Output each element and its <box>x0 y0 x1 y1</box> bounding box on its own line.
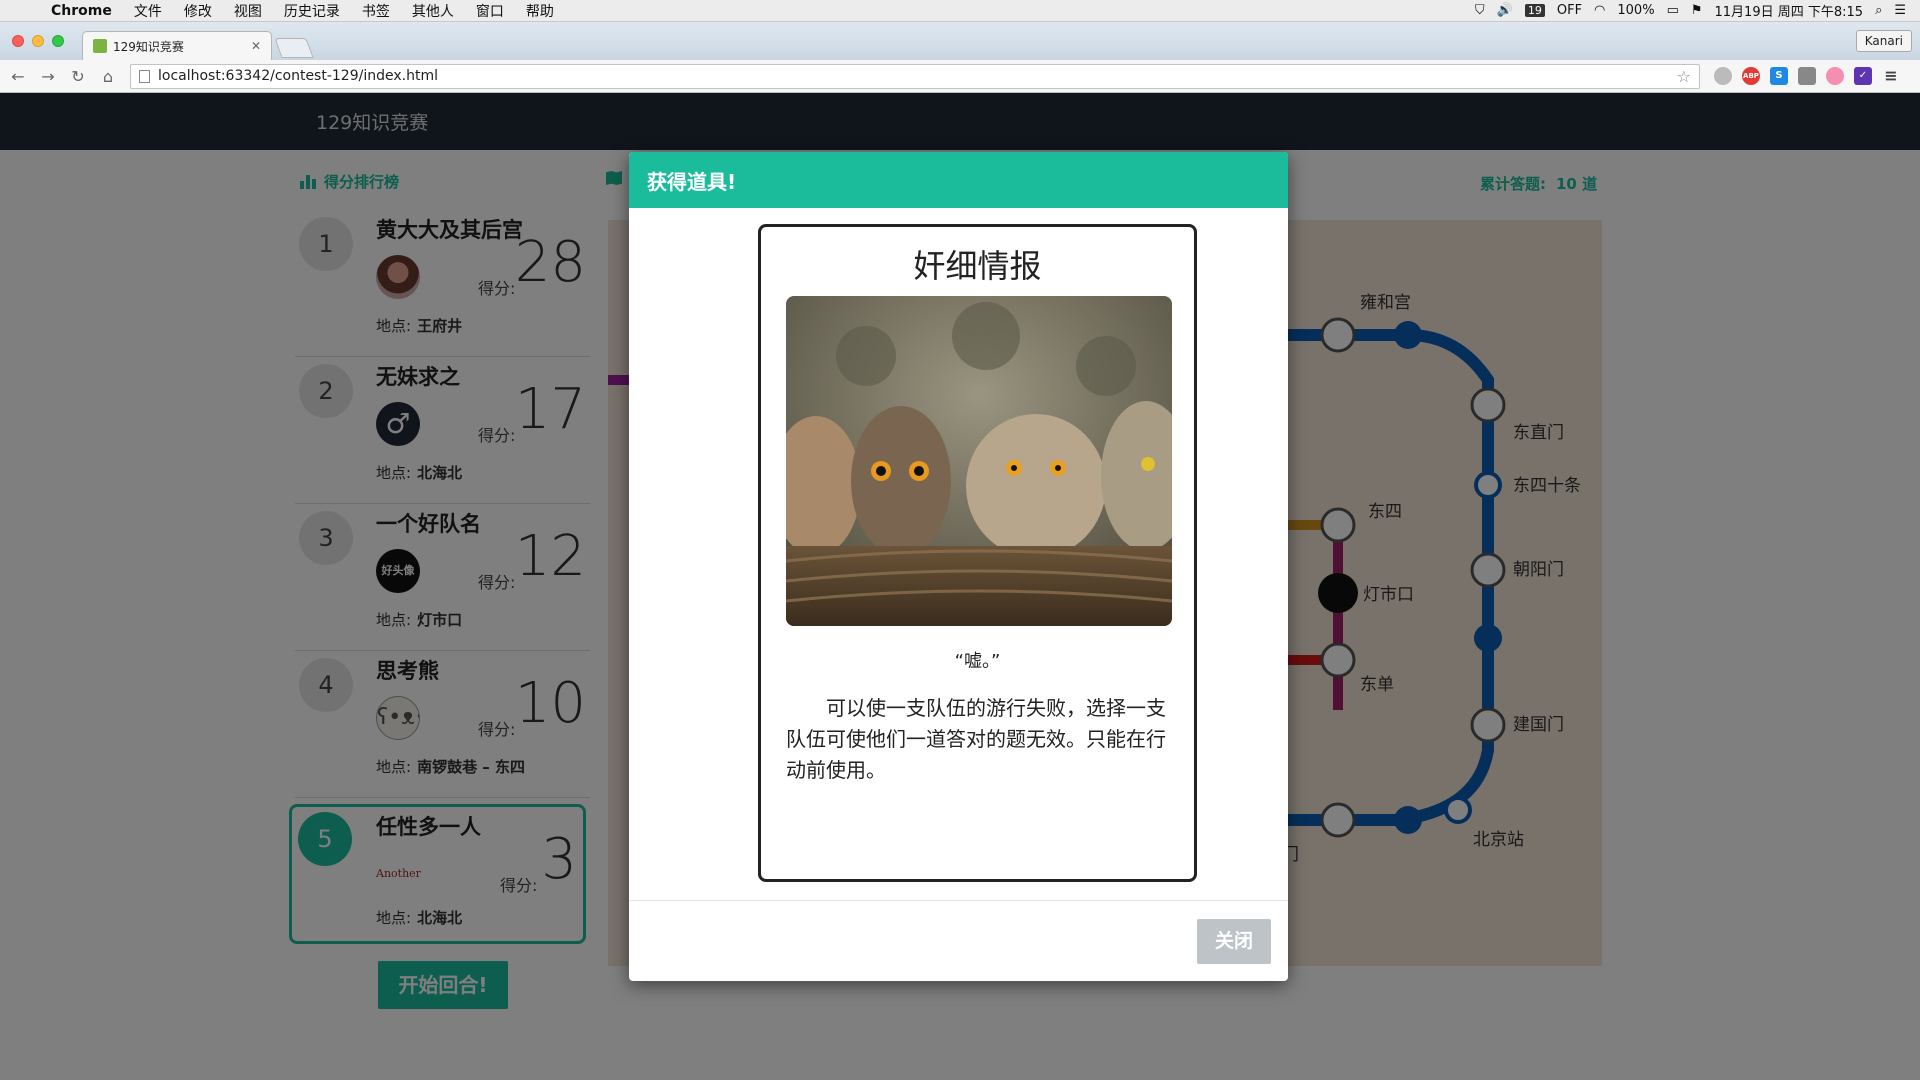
search-icon[interactable]: ⌕ <box>1875 3 1882 18</box>
menu-people[interactable]: 其他人 <box>401 1 465 21</box>
minimize-window-button[interactable] <box>32 35 44 47</box>
menu-app-name[interactable]: Chrome <box>40 3 123 19</box>
close-button[interactable]: 关闭 <box>1197 919 1271 964</box>
extension-check-icon[interactable]: ✓ <box>1854 67 1872 85</box>
wifi-icon[interactable]: ◠ <box>1594 3 1605 18</box>
card-description: 可以使一支队伍的游行失败，选择一支队伍可使他们一道答对的题无效。只能在行动前使用… <box>786 696 1166 782</box>
menu-bookmarks[interactable]: 书签 <box>351 1 401 21</box>
modal-title: 获得道具! <box>629 152 1288 208</box>
extension-stack-icon[interactable] <box>1798 67 1816 85</box>
page-icon <box>139 69 150 83</box>
owls-cats-basket-image <box>786 296 1172 626</box>
url-text: localhost:63342/contest-129/index.html <box>158 68 438 84</box>
status-area: ⛉ 🔊 19 OFF ◠ 100% ▭ ⚑ 11月19日 周四 下午8:15 ⌕… <box>1475 1 1920 20</box>
new-tab-button[interactable] <box>274 38 314 58</box>
modal-footer: 关闭 <box>629 900 1288 981</box>
zoom-window-button[interactable] <box>52 35 64 47</box>
address-bar[interactable]: localhost:63342/contest-129/index.html ☆ <box>130 63 1700 89</box>
browser-toolbar: ← → ↻ ⌂ localhost:63342/contest-129/inde… <box>0 60 1920 93</box>
extension-adblock-icon[interactable]: ABP <box>1742 67 1760 85</box>
shield-icon[interactable]: ⛉ <box>1475 3 1485 18</box>
clock-datetime[interactable]: 11月19日 周四 下午8:15 <box>1715 1 1864 20</box>
extension-avatar-icon[interactable] <box>1826 67 1844 85</box>
volume-icon[interactable]: 🔊 <box>1497 3 1513 18</box>
card-illustration <box>786 296 1172 626</box>
forward-icon[interactable]: → <box>36 67 60 86</box>
window-controls <box>12 35 64 47</box>
notification-badge[interactable]: 19 <box>1524 4 1545 17</box>
home-icon[interactable]: ⌂ <box>96 67 120 86</box>
bookmark-star-icon[interactable]: ☆ <box>1677 67 1691 86</box>
menu-history[interactable]: 历史记录 <box>273 1 351 21</box>
reload-icon[interactable]: ↻ <box>66 67 90 86</box>
close-window-button[interactable] <box>12 35 24 47</box>
battery-icon[interactable]: ▭ <box>1667 3 1679 18</box>
tab-title: 129知识竞赛 <box>113 39 184 54</box>
browser-tab[interactable]: 129知识竞赛 ✕ <box>82 31 272 60</box>
extension-s-icon[interactable]: S <box>1770 67 1788 85</box>
flag-icon[interactable]: ⚑ <box>1691 3 1703 18</box>
menu-edit[interactable]: 修改 <box>173 1 223 21</box>
tab-strip: 129知识竞赛 ✕ Kanari <box>0 22 1920 60</box>
chrome-menu-icon[interactable]: ≡ <box>1882 67 1900 85</box>
card-title: 奸细情报 <box>913 247 1042 285</box>
toggle-status[interactable]: OFF <box>1557 3 1582 18</box>
item-card: 奸细情报 “嘘。” 可以使一支队伍的游行失败，选择一支队伍可使他们一道答对的题无… <box>758 224 1197 882</box>
profile-button[interactable]: Kanari <box>1855 30 1912 52</box>
menu-list-icon[interactable]: ☰ <box>1894 3 1906 18</box>
mac-menubar: Chrome 文件 修改 视图 历史记录 书签 其他人 窗口 帮助 ⛉ 🔊 19… <box>0 0 1920 22</box>
item-modal: 获得道具! 奸细情报 “嘘。” 可以使一支队伍的游行失败，选择一支队伍可使他们一… <box>629 152 1288 981</box>
tab-close-icon[interactable]: ✕ <box>251 39 261 53</box>
battery-percent[interactable]: 100% <box>1617 3 1654 18</box>
menu-view[interactable]: 视图 <box>223 1 273 21</box>
extension-globe-icon[interactable] <box>1714 67 1732 85</box>
menu-window[interactable]: 窗口 <box>465 1 515 21</box>
menu-file[interactable]: 文件 <box>123 1 173 21</box>
back-icon[interactable]: ← <box>6 67 30 86</box>
favicon-icon <box>93 39 107 53</box>
menu-help[interactable]: 帮助 <box>515 1 565 21</box>
card-quote: “嘘。” <box>954 651 1001 672</box>
extensions-bar: ABP S ✓ ≡ <box>1714 67 1900 85</box>
